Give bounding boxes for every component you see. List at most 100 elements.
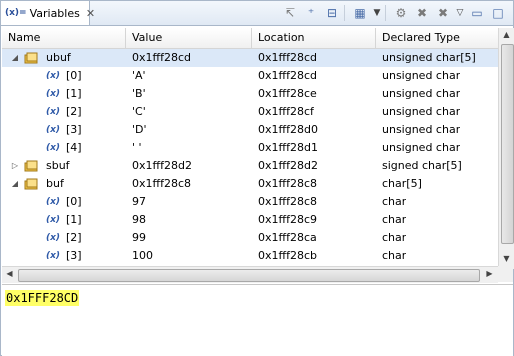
variable-type: unsigned char (382, 105, 461, 118)
variable-value: 99 (132, 231, 146, 244)
table-row[interactable]: (x) [0] 97 0x1fff28c8 char (2, 193, 498, 211)
variable-type: char (382, 213, 407, 226)
scroll-right-icon[interactable]: ▶ (482, 269, 497, 278)
scroll-down-icon[interactable]: ▼ (499, 254, 514, 263)
variable-value: 100 (132, 249, 153, 262)
variable-type: char[5] (382, 177, 422, 190)
table-row[interactable]: (x) [4] ' ' 0x1fff28d1 unsigned char (2, 139, 498, 157)
column-header-name[interactable]: Name (2, 28, 126, 48)
variable-value: 0x1fff28d2 (132, 159, 192, 172)
variable-value: 'D' (132, 123, 147, 136)
struct-variable-icon (24, 160, 38, 172)
column-header-value[interactable]: Value (126, 28, 252, 48)
variable-value: 0x1fff28c8 (132, 177, 192, 190)
variable-location: 0x1fff28ca (258, 231, 317, 244)
variable-location: 0x1fff28d0 (258, 123, 318, 136)
variable-value: 97 (132, 195, 146, 208)
view-menu-icon[interactable]: ▽ (455, 4, 465, 22)
array-element-icon: (x) (46, 71, 61, 81)
variable-location: 0x1fff28d2 (258, 159, 318, 172)
view-toolbar: (x)= Variables ✕ ↸ ⁺ ⊟ ▦ ▼ ⚙ ✖ ✖ ▽ ▭ □ (1, 1, 513, 26)
variable-type: char (382, 231, 407, 244)
variable-type: unsigned char (382, 123, 461, 136)
variable-name: [0] (66, 69, 82, 82)
detail-value[interactable]: 0x1FFF28CD (5, 290, 80, 306)
layout-icon[interactable]: ▦ (351, 4, 369, 22)
variable-value: 0x1fff28cd (132, 51, 191, 64)
array-element-icon: (x) (46, 251, 61, 261)
table-row[interactable]: (x) [0] 'A' 0x1fff28cd unsigned char (2, 67, 498, 85)
variable-name: buf (46, 177, 64, 190)
array-element-icon: (x) (46, 143, 61, 153)
horizontal-scrollbar[interactable]: ◀ ▶ (2, 266, 498, 283)
variable-type: unsigned char[5] (382, 51, 476, 64)
table-header: Name Value Location Declared Type (2, 28, 498, 49)
show-type-names-icon[interactable]: ↸ (281, 4, 299, 22)
variable-type: unsigned char (382, 141, 461, 154)
variable-location: 0x1fff28c8 (258, 195, 318, 208)
variable-location: 0x1fff28c8 (258, 177, 318, 190)
scroll-up-icon[interactable]: ▲ (499, 30, 514, 39)
detail-pane[interactable]: 0x1FFF28CD (2, 284, 513, 356)
variable-location: 0x1fff28cf (258, 105, 314, 118)
variable-name: [2] (66, 105, 82, 118)
table-row[interactable]: ◢ ubuf 0x1fff28cd 0x1fff28cd unsigned ch… (2, 49, 498, 67)
table-row[interactable]: (x) [3] 100 0x1fff28cb char (2, 247, 498, 265)
variable-value: 'B' (132, 87, 146, 100)
variable-name: [3] (66, 249, 82, 262)
array-element-icon: (x) (46, 233, 61, 243)
array-element-icon: (x) (46, 89, 61, 99)
variables-view: (x)= Variables ✕ ↸ ⁺ ⊟ ▦ ▼ ⚙ ✖ ✖ ▽ ▭ □ N… (0, 0, 514, 356)
array-element-icon: (x) (46, 125, 61, 135)
table-row[interactable]: (x) [1] 98 0x1fff28c9 char (2, 211, 498, 229)
collapse-triangle-icon[interactable]: ◢ (10, 49, 20, 67)
variable-location: 0x1fff28cd (258, 51, 317, 64)
select-global-variables-icon[interactable]: ⚙ (392, 4, 410, 22)
table-row[interactable]: (x) [2] 'C' 0x1fff28cf unsigned char (2, 103, 498, 121)
table-row[interactable]: (x) [3] 'D' 0x1fff28d0 unsigned char (2, 121, 498, 139)
remove-icon[interactable]: ✖ (413, 4, 431, 22)
variable-location: 0x1fff28cd (258, 69, 317, 82)
layout-dropdown-icon[interactable]: ▼ (372, 4, 382, 22)
variable-location: 0x1fff28c9 (258, 213, 318, 226)
horizontal-scroll-thumb[interactable] (18, 269, 480, 282)
variable-name: [1] (66, 87, 82, 100)
array-element-icon: (x) (46, 107, 61, 117)
variable-value: 'A' (132, 69, 146, 82)
table-row[interactable]: ▷ sbuf 0x1fff28d2 0x1fff28d2 signed char… (2, 157, 498, 175)
collapse-all-icon[interactable]: ⊟ (323, 4, 341, 22)
table-row[interactable]: ◢ buf 0x1fff28c8 0x1fff28c8 char[5] (2, 175, 498, 193)
variable-type: unsigned char (382, 87, 461, 100)
struct-variable-icon (24, 52, 38, 64)
variable-type: unsigned char (382, 69, 461, 82)
array-element-icon: (x) (46, 197, 61, 207)
add-global-variables-icon[interactable]: ⁺ (302, 4, 320, 22)
expand-triangle-icon[interactable]: ▷ (10, 157, 20, 175)
table-row[interactable]: (x) [2] 99 0x1fff28ca char (2, 229, 498, 247)
toolbar-separator (344, 5, 345, 21)
tab-variables[interactable]: (x)= Variables ✕ (1, 1, 95, 25)
vertical-scrollbar[interactable]: ▲ ▼ (498, 28, 514, 269)
array-element-icon: (x) (46, 215, 61, 225)
table-row[interactable]: (x) [1] 'B' 0x1fff28ce unsigned char (2, 85, 498, 103)
variable-name: [3] (66, 123, 82, 136)
variable-type: char (382, 195, 407, 208)
variable-name: sbuf (46, 159, 70, 172)
variable-value: 98 (132, 213, 146, 226)
variable-value: 'C' (132, 105, 146, 118)
minimize-icon[interactable]: ▭ (468, 4, 486, 22)
column-header-declared-type[interactable]: Declared Type (376, 28, 498, 48)
close-icon[interactable]: ✕ (86, 7, 95, 20)
variable-value: ' ' (132, 141, 142, 154)
vertical-scroll-thumb[interactable] (501, 44, 514, 244)
maximize-icon[interactable]: □ (489, 4, 507, 22)
toolbar-separator (385, 5, 386, 21)
column-header-location[interactable]: Location (252, 28, 376, 48)
collapse-triangle-icon[interactable]: ◢ (10, 175, 20, 193)
variable-type: signed char[5] (382, 159, 462, 172)
scrollbar-corner (498, 266, 513, 282)
variable-name: [2] (66, 231, 82, 244)
remove-all-icon[interactable]: ✖ (434, 4, 452, 22)
variable-name: [0] (66, 195, 82, 208)
scroll-left-icon[interactable]: ◀ (2, 269, 17, 278)
